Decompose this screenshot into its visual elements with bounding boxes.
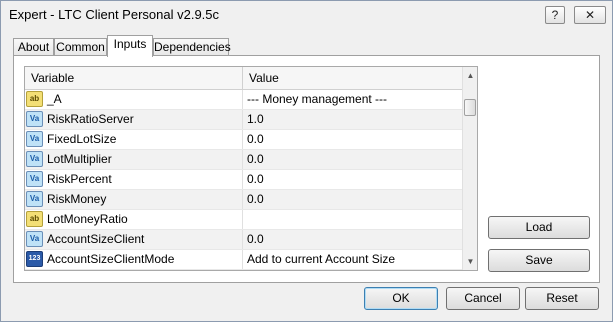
help-button[interactable]: ? xyxy=(545,6,565,24)
grid-rows: ab _A --- Money management --- Va RiskRatioS… xyxy=(25,90,462,270)
variable-name: AccountSizeClient xyxy=(47,232,145,246)
variable-name: LotMultiplier xyxy=(47,152,112,166)
string-type-icon: ab xyxy=(26,91,43,107)
scroll-down-icon[interactable]: ▼ xyxy=(463,253,477,270)
value-cell[interactable]: Add to current Account Size xyxy=(243,250,462,269)
string-type-icon: ab xyxy=(26,211,43,227)
table-row[interactable]: Va AccountSizeClient 0.0 xyxy=(25,230,462,250)
value-cell[interactable]: 0.0 xyxy=(243,170,462,189)
table-row[interactable]: ab LotMoneyRatio xyxy=(25,210,462,230)
variable-cell[interactable]: Va AccountSizeClient xyxy=(25,230,243,249)
tab-common[interactable]: Common xyxy=(54,38,107,56)
value-cell[interactable]: 0.0 xyxy=(243,130,462,149)
double-type-icon: Va xyxy=(26,171,43,187)
variable-name: RiskPercent xyxy=(47,172,112,186)
grid-header: Variable Value xyxy=(25,67,462,90)
save-button[interactable]: Save xyxy=(488,249,590,272)
variable-name: FixedLotSize xyxy=(47,132,117,146)
reset-button[interactable]: Reset xyxy=(525,287,599,310)
value-cell[interactable]: 0.0 xyxy=(243,230,462,249)
table-row[interactable]: Va RiskRatioServer 1.0 xyxy=(25,110,462,130)
variable-name: AccountSizeClientMode xyxy=(47,252,175,266)
double-type-icon: Va xyxy=(26,191,43,207)
variable-cell[interactable]: ab LotMoneyRatio xyxy=(25,210,243,229)
double-type-icon: Va xyxy=(26,111,43,127)
grid-scrollbar[interactable]: ▲ ▼ xyxy=(462,67,477,270)
column-header-variable[interactable]: Variable xyxy=(25,67,243,89)
close-button[interactable]: ✕ xyxy=(574,6,606,24)
title-bar: Expert - LTC Client Personal v2.9.5c ? ✕ xyxy=(1,1,612,29)
double-type-icon: Va xyxy=(26,151,43,167)
table-row[interactable]: Va RiskPercent 0.0 xyxy=(25,170,462,190)
tab-inputs[interactable]: Inputs xyxy=(107,35,153,57)
variable-cell[interactable]: 123 AccountSizeClientMode xyxy=(25,250,243,269)
variable-cell[interactable]: ab _A xyxy=(25,90,243,109)
value-cell[interactable] xyxy=(243,210,462,229)
value-cell[interactable]: 0.0 xyxy=(243,190,462,209)
variable-cell[interactable]: Va LotMultiplier xyxy=(25,150,243,169)
variable-name: RiskMoney xyxy=(47,192,107,206)
tab-dependencies[interactable]: Dependencies xyxy=(153,38,231,56)
table-row[interactable]: Va LotMultiplier 0.0 xyxy=(25,150,462,170)
value-cell[interactable]: --- Money management --- xyxy=(243,90,462,109)
variable-cell[interactable]: Va RiskMoney xyxy=(25,190,243,209)
double-type-icon: Va xyxy=(26,131,43,147)
variable-name: _A xyxy=(47,92,62,106)
table-row[interactable]: 123 AccountSizeClientMode Add to current A… xyxy=(25,250,462,270)
window-title: Expert - LTC Client Personal v2.9.5c xyxy=(9,7,220,22)
variable-cell[interactable]: Va FixedLotSize xyxy=(25,130,243,149)
load-button[interactable]: Load xyxy=(488,216,590,239)
ok-button[interactable]: OK xyxy=(364,287,438,310)
double-type-icon: Va xyxy=(26,231,43,247)
table-row[interactable]: Va RiskMoney 0.0 xyxy=(25,190,462,210)
enum-type-icon: 123 xyxy=(26,251,43,267)
cancel-button[interactable]: Cancel xyxy=(446,287,520,310)
column-header-value[interactable]: Value xyxy=(243,67,462,89)
tab-about[interactable]: About xyxy=(13,38,54,56)
variable-cell[interactable]: Va RiskRatioServer xyxy=(25,110,243,129)
close-icon: ✕ xyxy=(584,8,596,22)
variable-name: RiskRatioServer xyxy=(47,112,134,126)
value-cell[interactable]: 1.0 xyxy=(243,110,462,129)
table-row[interactable]: Va FixedLotSize 0.0 xyxy=(25,130,462,150)
variable-cell[interactable]: Va RiskPercent xyxy=(25,170,243,189)
scroll-thumb[interactable] xyxy=(464,99,476,116)
scroll-up-icon[interactable]: ▲ xyxy=(463,67,477,84)
variable-name: LotMoneyRatio xyxy=(47,212,128,226)
table-row[interactable]: ab _A --- Money management --- xyxy=(25,90,462,110)
inputs-grid: Variable Value ab _A --- Money management … xyxy=(24,66,478,271)
question-mark-icon: ? xyxy=(551,8,559,22)
value-cell[interactable]: 0.0 xyxy=(243,150,462,169)
